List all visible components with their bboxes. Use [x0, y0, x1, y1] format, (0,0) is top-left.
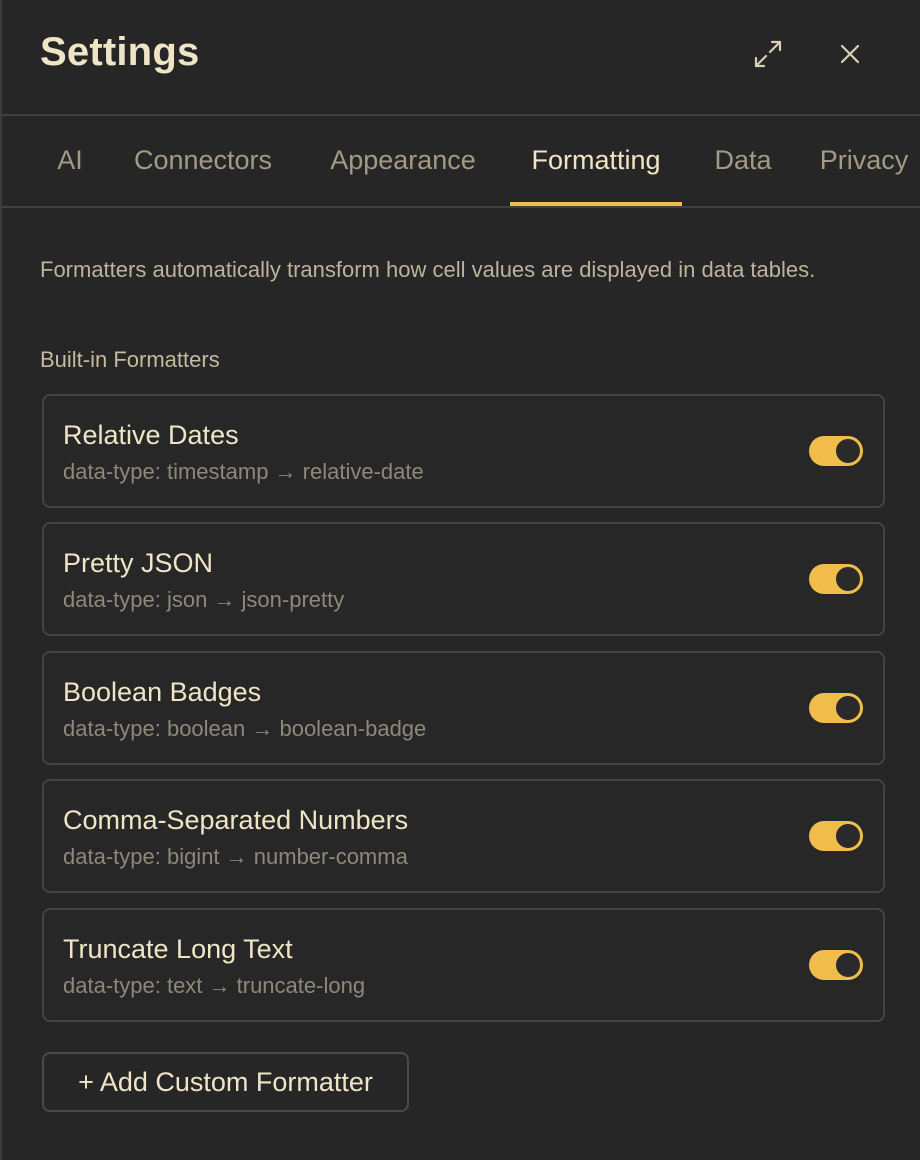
toggle-knob — [836, 824, 860, 848]
close-icon — [838, 42, 862, 71]
formatter-mapping: data-type: boolean → boolean-badge — [63, 716, 427, 741]
formatter-mapping: data-type: timestamp → relative-date — [63, 459, 424, 484]
page-title: Settings — [40, 30, 200, 74]
formatter-card-boolean-badges: Boolean Badges data-type: boolean → bool… — [42, 651, 885, 765]
tab-privacy[interactable]: Privacy — [804, 116, 920, 206]
formatter-name: Boolean Badges — [63, 677, 262, 707]
tab-data[interactable]: Data — [698, 116, 788, 206]
expand-icon — [753, 39, 783, 74]
tab-appearance[interactable]: Appearance — [308, 116, 498, 206]
tab-connectors[interactable]: Connectors — [112, 116, 294, 206]
formatter-toggle-pretty-json[interactable] — [809, 564, 863, 594]
formatter-name: Comma-Separated Numbers — [63, 805, 409, 835]
toggle-knob — [836, 439, 860, 463]
tab-formatting[interactable]: Formatting — [510, 116, 682, 206]
toggle-knob — [836, 953, 860, 977]
formatter-toggle-comma-separated-numbers[interactable] — [809, 821, 863, 851]
formatter-toggle-relative-dates[interactable] — [809, 436, 863, 466]
formatter-name: Truncate Long Text — [63, 934, 293, 964]
settings-panel: Settings AI Connectors Appearance Format… — [0, 0, 920, 1160]
formatter-mapping: data-type: bigint → number-comma — [63, 844, 408, 869]
formatter-name: Relative Dates — [63, 420, 239, 450]
toggle-knob — [836, 696, 860, 720]
formatter-card-pretty-json: Pretty JSON data-type: json → json-prett… — [42, 522, 885, 636]
close-button[interactable] — [830, 36, 870, 76]
formatter-name: Pretty JSON — [63, 548, 214, 578]
formatter-card-truncate-long-text: Truncate Long Text data-type: text → tru… — [42, 908, 885, 1022]
formatter-toggle-truncate-long-text[interactable] — [809, 950, 863, 980]
settings-tabs: AI Connectors Appearance Formatting Data… — [2, 116, 920, 208]
toggle-knob — [836, 567, 860, 591]
add-custom-formatter-button[interactable]: + Add Custom Formatter — [42, 1052, 409, 1112]
expand-button[interactable] — [748, 36, 788, 76]
formatter-card-relative-dates: Relative Dates data-type: timestamp → re… — [42, 394, 885, 508]
tab-ai[interactable]: AI — [40, 116, 100, 206]
formatter-mapping: data-type: json → json-pretty — [63, 587, 345, 612]
section-label-built-in: Built-in Formatters — [40, 347, 220, 372]
formatting-description: Formatters automatically transform how c… — [40, 257, 816, 282]
settings-header: Settings — [2, 0, 920, 116]
formatter-mapping: data-type: text → truncate-long — [63, 973, 366, 998]
formatter-card-comma-separated-numbers: Comma-Separated Numbers data-type: bigin… — [42, 779, 885, 893]
formatter-toggle-boolean-badges[interactable] — [809, 693, 863, 723]
